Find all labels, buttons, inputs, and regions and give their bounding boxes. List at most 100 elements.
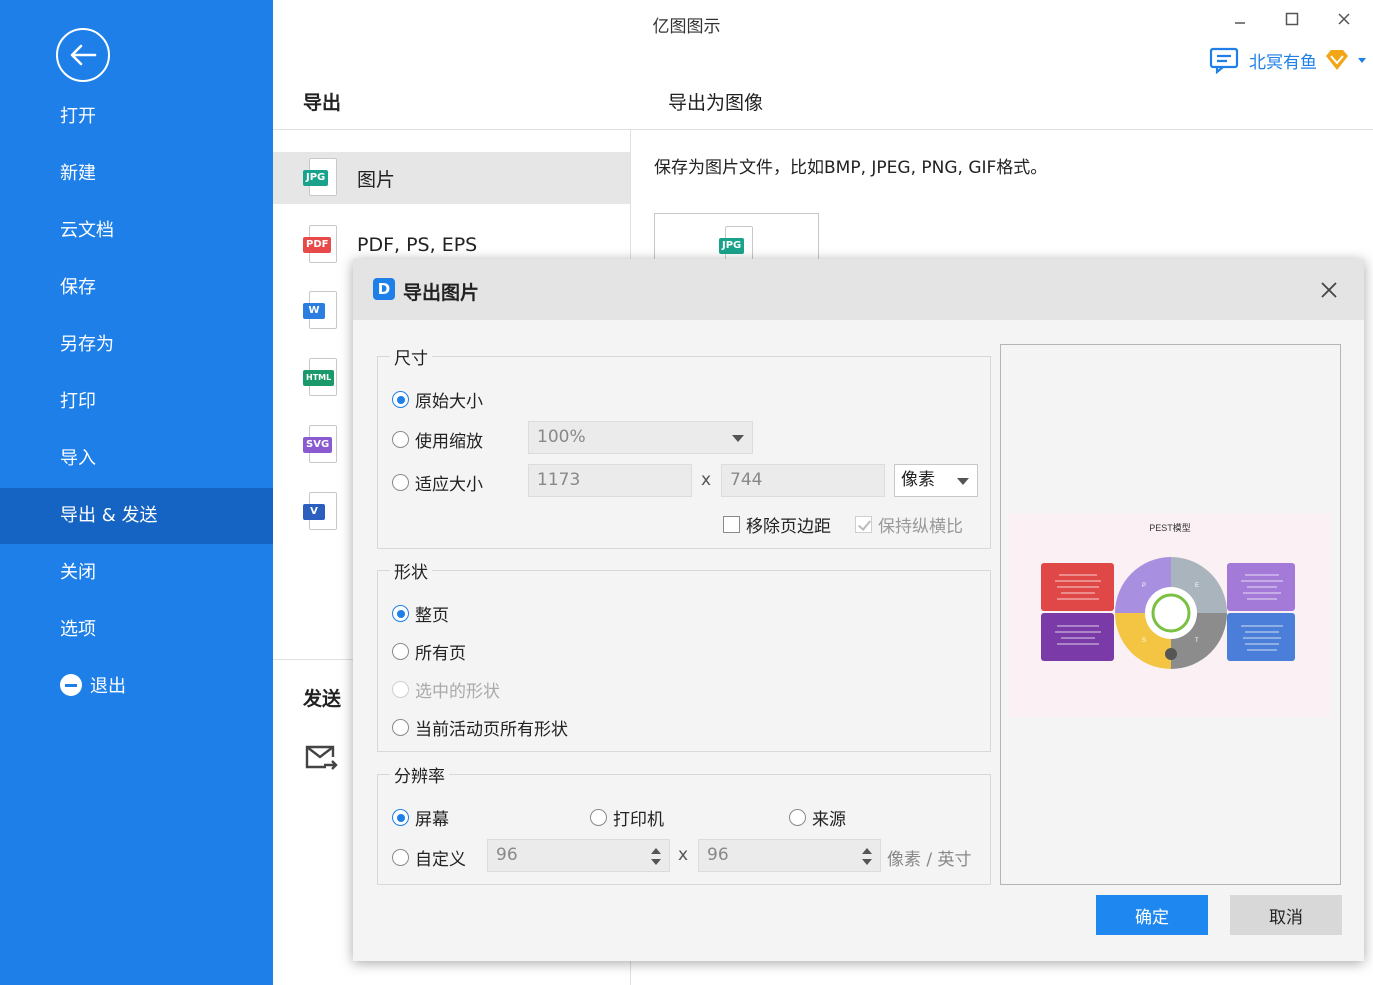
sidebar-item-print[interactable]: 打印 xyxy=(0,374,273,430)
selected-shapes-radio[interactable]: 选中的形状 xyxy=(392,677,500,702)
scale-select[interactable]: 100% xyxy=(528,421,753,454)
size-group: 尺寸 原始大小 使用缩放 100% 适应大小 1173 x 744 像素 移除页… xyxy=(377,344,991,549)
sidebar-item-label: 选项 xyxy=(60,619,96,640)
dpi-unit-label: 像素 / 英寸 xyxy=(887,850,972,870)
use-scale-radio[interactable]: 使用缩放 xyxy=(392,427,483,452)
times-label: x xyxy=(678,845,689,865)
send-email-button[interactable] xyxy=(304,743,338,773)
jpg-file-icon: JPG xyxy=(303,158,337,198)
sidebar-item-label: 打开 xyxy=(60,106,96,127)
close-icon xyxy=(1321,282,1337,298)
sidebar-item-import[interactable]: 导入 xyxy=(0,431,273,487)
chat-icon xyxy=(1209,47,1239,74)
sidebar-item-label: 保存 xyxy=(60,277,96,298)
pdf-file-icon: PDF xyxy=(303,225,337,265)
sidebar-item-open[interactable]: 打开 xyxy=(0,89,273,145)
format-preview-thumbnail[interactable]: JPG xyxy=(654,213,819,264)
custom-radio[interactable]: 自定义 xyxy=(392,845,466,870)
html-file-icon: HTML xyxy=(303,358,337,398)
shape-group: 形状 整页 所有页 选中的形状 当前活动页所有形状 xyxy=(377,558,991,752)
sidebar-item-label: 导出 & 发送 xyxy=(60,505,158,526)
segment-letter: E xyxy=(1195,583,1199,589)
active-page-shapes-radio[interactable]: 当前活动页所有形状 xyxy=(392,715,568,740)
sidebar-item-options[interactable]: 选项 xyxy=(0,602,273,658)
export-heading: 导出 xyxy=(303,92,342,114)
source-radio[interactable]: 来源 xyxy=(789,805,846,830)
sidebar-item-save[interactable]: 保存 xyxy=(0,260,273,316)
export-image-heading: 导出为图像 xyxy=(668,92,764,114)
pest-diagram-thumbnail: PEST模型 P E S T xyxy=(1041,523,1295,669)
keep-ratio-checkbox[interactable]: 保持纵横比 xyxy=(855,512,963,537)
sidebar-item-export-send[interactable]: 导出 & 发送 xyxy=(0,488,273,544)
segment-letter: S xyxy=(1142,638,1146,644)
sidebar-item-save-as[interactable]: 另存为 xyxy=(0,317,273,373)
spin-down-icon[interactable] xyxy=(862,859,872,865)
height-input[interactable]: 744 xyxy=(721,464,885,497)
sidebar-item-label: 关闭 xyxy=(60,562,96,583)
format-description: 保存为图片文件，比如BMP, JPEG, PNG, GIF格式。 xyxy=(654,158,1048,178)
sidebar-item-exit[interactable]: 退出 xyxy=(0,659,273,715)
preview-canvas: PEST模型 P E S T xyxy=(1009,513,1331,717)
mail-send-icon xyxy=(305,745,338,770)
export-preview: PEST模型 P E S T xyxy=(1000,344,1341,885)
back-button[interactable] xyxy=(56,28,110,82)
ok-button[interactable]: 确定 xyxy=(1096,895,1208,935)
ring-marker xyxy=(1165,648,1177,660)
visio-file-icon: V xyxy=(303,492,337,532)
factor-box-technological xyxy=(1227,613,1295,661)
user-name: 北冥有鱼 xyxy=(1249,52,1317,73)
chevron-down-icon xyxy=(957,478,969,485)
segment-letter: T xyxy=(1195,638,1199,644)
all-pages-radio[interactable]: 所有页 xyxy=(392,639,466,664)
cancel-button[interactable]: 取消 xyxy=(1230,895,1342,935)
user-menu[interactable]: 北冥有鱼 xyxy=(1209,44,1367,76)
remove-margin-checkbox[interactable]: 移除页边距 xyxy=(723,512,831,537)
factor-box-social xyxy=(1041,613,1114,661)
screen-radio[interactable]: 屏幕 xyxy=(392,805,449,830)
minimize-button[interactable] xyxy=(1225,6,1255,32)
sidebar-item-label: 新建 xyxy=(60,163,96,184)
dpi-x-stepper[interactable]: 96 xyxy=(487,839,670,872)
minimize-icon xyxy=(1235,22,1245,24)
edraw-logo-icon: D xyxy=(373,278,395,300)
sidebar-item-label: 另存为 xyxy=(60,334,114,355)
format-item-image[interactable]: JPG 图片 xyxy=(273,152,630,204)
dialog-close-button[interactable] xyxy=(1314,275,1344,305)
size-unit-select[interactable]: 像素 xyxy=(894,464,978,497)
sidebar-item-label: 退出 xyxy=(90,676,126,697)
format-label: PDF, PS, EPS xyxy=(357,234,478,256)
sidebar: 打开 新建 云文档 保存 另存为 打印 导入 导出 & 发送 关闭 选项 退出 xyxy=(0,0,273,985)
times-label: x xyxy=(701,470,712,490)
caret-down-icon xyxy=(1358,58,1366,63)
format-label: 图片 xyxy=(357,168,396,191)
spin-down-icon[interactable] xyxy=(651,859,661,865)
send-heading: 发送 xyxy=(303,688,342,710)
original-size-radio[interactable]: 原始大小 xyxy=(392,387,483,412)
spin-up-icon[interactable] xyxy=(651,848,661,854)
word-file-icon: W xyxy=(303,291,337,331)
arrow-left-icon xyxy=(70,44,97,66)
chevron-down-icon xyxy=(732,435,744,442)
shape-legend: 形状 xyxy=(390,558,432,583)
maximize-button[interactable] xyxy=(1277,6,1307,32)
segment-letter: P xyxy=(1142,583,1146,589)
dialog-titlebar: D 导出图片 xyxy=(353,259,1364,320)
fit-size-radio[interactable]: 适应大小 xyxy=(392,470,483,495)
sidebar-item-new[interactable]: 新建 xyxy=(0,146,273,202)
dpi-y-stepper[interactable]: 96 xyxy=(698,839,881,872)
divider xyxy=(273,129,1373,130)
sidebar-item-close[interactable]: 关闭 xyxy=(0,545,273,601)
width-input[interactable]: 1173 xyxy=(528,464,692,497)
export-image-dialog: D 导出图片 尺寸 原始大小 使用缩放 100% 适应大小 1173 x 744… xyxy=(353,259,1364,961)
svg-file-icon: SVG xyxy=(303,425,337,465)
printer-radio[interactable]: 打印机 xyxy=(590,805,664,830)
sidebar-item-label: 打印 xyxy=(60,391,96,412)
vip-diamond-icon xyxy=(1326,50,1348,70)
window-close-button[interactable] xyxy=(1329,6,1359,32)
sidebar-item-cloud-docs[interactable]: 云文档 xyxy=(0,203,273,259)
spin-up-icon[interactable] xyxy=(862,848,872,854)
whole-page-radio[interactable]: 整页 xyxy=(392,601,449,626)
maximize-icon xyxy=(1285,12,1299,26)
sidebar-item-label: 导入 xyxy=(60,448,96,469)
diagram-title: PEST模型 xyxy=(1149,523,1191,533)
